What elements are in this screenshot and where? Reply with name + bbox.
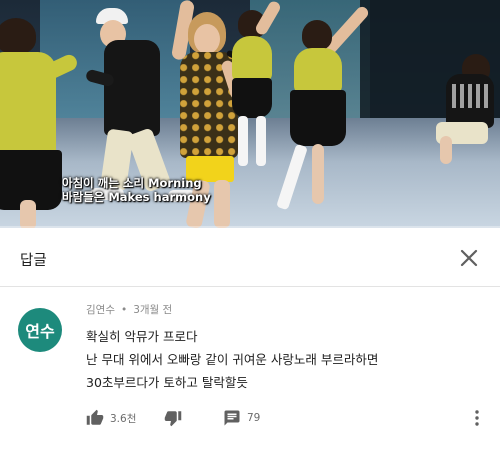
comment-meta: 김연수 • 3개월 전: [86, 302, 172, 317]
comment-item: 연수 김연수 • 3개월 전 확실히 악뮤가 프로다 난 무대 위에서 오빠랑 같이…: [0, 288, 500, 452]
close-icon: [460, 249, 478, 267]
like-count: 3.6천: [110, 412, 137, 425]
comment-actions: 3.6천 79: [86, 408, 486, 430]
reply-panel-title: 답글: [20, 253, 47, 269]
reply-button[interactable]: 79: [223, 408, 260, 428]
comment-text-line-2: 난 무대 위에서 오빠랑 같이 귀여운 사랑노래 부르라하면: [86, 352, 379, 367]
reply-count: 79: [247, 412, 261, 424]
meta-separator: •: [120, 304, 128, 316]
more-vert-icon: [475, 410, 479, 426]
video-player[interactable]: 아침이 깨는 소리 Morning 바람들은 Makes harmony: [0, 0, 500, 228]
more-options-button[interactable]: [470, 408, 484, 428]
close-button[interactable]: [456, 245, 482, 271]
video-subtitle-line-2: 바람들은 Makes harmony: [62, 190, 211, 204]
comment-author[interactable]: 김연수: [86, 304, 115, 316]
reply-panel-header: 답글: [0, 229, 500, 287]
avatar[interactable]: 연수: [18, 308, 62, 352]
thumbs-up-icon: [86, 409, 104, 425]
stage-floor: [0, 118, 500, 228]
comment-text-line-1: 확실히 악뮤가 프로다: [86, 329, 198, 344]
thumbs-down-icon: [164, 411, 182, 427]
video-subtitle-line-1: 아침이 깨는 소리 Morning: [62, 176, 202, 190]
avatar-text: 연수: [25, 322, 55, 341]
comment-time: 3개월 전: [133, 304, 173, 316]
dislike-button[interactable]: [164, 408, 182, 428]
comment-icon: [224, 410, 240, 426]
comment-text-line-3: 30초부르다가 토하고 탈락할듯: [86, 375, 248, 390]
like-button[interactable]: 3.6천: [86, 408, 136, 428]
